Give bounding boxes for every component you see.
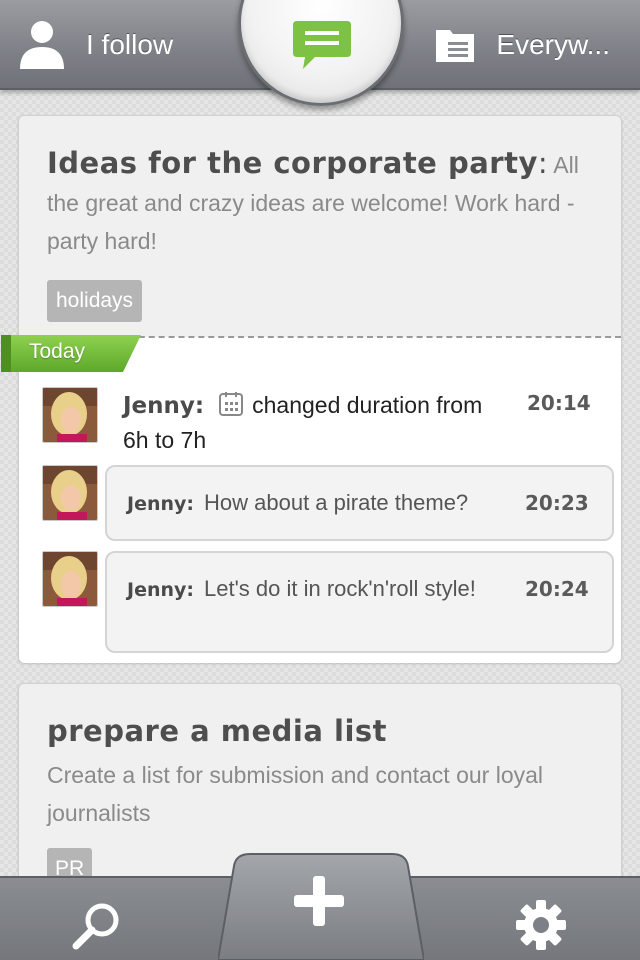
comment-author: Jenny: [127, 493, 194, 515]
avatar [42, 551, 98, 607]
comment-time: 20:24 [525, 577, 589, 601]
avatar-photo [43, 388, 97, 442]
comment-author: Jenny: [127, 579, 194, 601]
task-title: prepare a media list [47, 714, 388, 748]
activity-author: Jenny: [123, 393, 205, 419]
title-separator: : [537, 146, 549, 180]
avatar-photo [43, 552, 97, 606]
task-tag[interactable]: holidays [47, 280, 143, 322]
search-button[interactable] [70, 900, 124, 958]
comment-body: Jenny: Let's do it in rock'n'roll style! [127, 573, 487, 606]
activity-entry: Jenny: changed duration from 6h to 7h [123, 388, 503, 457]
task-title: Ideas for the corporate party [47, 146, 538, 180]
conversations-button[interactable] [238, 0, 404, 106]
gear-icon [516, 900, 566, 950]
comment-text: How about a pirate theme? [204, 490, 469, 515]
task-description: Create a list for submission and contact… [47, 762, 544, 826]
comment-bubble[interactable]: Jenny: Let's do it in rock'n'roll style! … [105, 551, 614, 653]
day-ribbon: Today [1, 335, 141, 372]
filter-location-button[interactable]: Everyw... [434, 16, 610, 74]
divider [119, 336, 621, 338]
calendar-icon [219, 392, 244, 416]
filter-following-button[interactable]: I follow [18, 16, 173, 74]
activity-time: 20:14 [527, 391, 591, 415]
filter-location-label: Everyw... [496, 29, 610, 60]
plus-icon [294, 876, 344, 926]
comment-bubble[interactable]: Jenny: How about a pirate theme? 20:23 [105, 465, 614, 541]
add-task-button[interactable] [216, 852, 426, 960]
task-card-corporate-party[interactable]: Ideas for the corporate party: All the g… [1, 115, 622, 663]
avatar [42, 387, 98, 443]
comment-time: 20:23 [525, 491, 589, 515]
search-icon [72, 903, 119, 950]
list-icon [436, 30, 475, 62]
task-title-row: Ideas for the corporate party: All the g… [47, 144, 595, 260]
settings-button[interactable] [514, 898, 568, 956]
comment-body: Jenny: How about a pirate theme? [127, 487, 527, 520]
day-label: Today [29, 340, 86, 363]
filter-following-label: I follow [86, 29, 174, 60]
person-icon [20, 21, 64, 69]
chat-bubble-icon [293, 21, 351, 69]
avatar-photo [43, 466, 97, 520]
avatar [42, 465, 98, 521]
comment-text: Let's do it in rock'n'roll style! [204, 576, 476, 601]
